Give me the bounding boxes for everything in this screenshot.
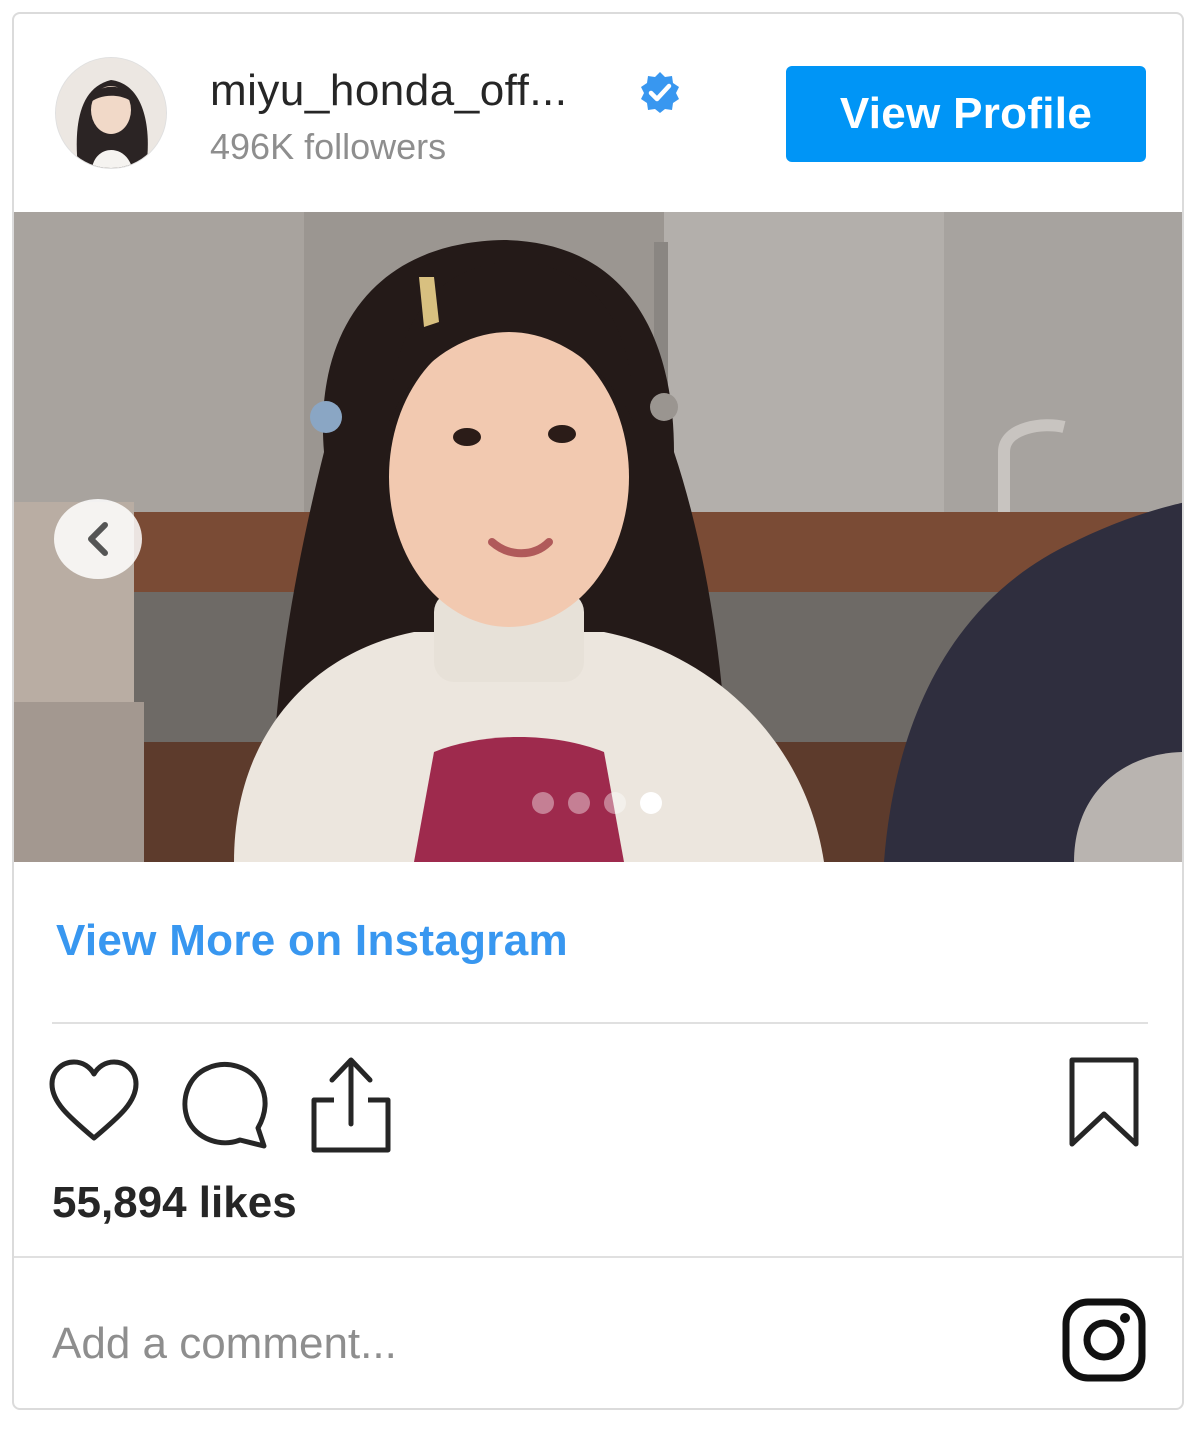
carousel-prev-button[interactable]: [54, 499, 142, 579]
carousel-dot[interactable]: [532, 792, 554, 814]
divider: [52, 1022, 1148, 1024]
share-icon[interactable]: [308, 1054, 394, 1154]
username[interactable]: miyu_honda_off...: [210, 66, 568, 116]
instagram-logo-icon[interactable]: [1062, 1298, 1146, 1382]
view-more-link[interactable]: View More on Instagram: [56, 916, 568, 966]
carousel-dot[interactable]: [604, 792, 626, 814]
carousel-indicators: [532, 792, 662, 814]
instagram-embed-card: miyu_honda_off... 496K followers View Pr…: [12, 12, 1184, 1410]
post-header: miyu_honda_off... 496K followers View Pr…: [14, 14, 1182, 212]
view-profile-button[interactable]: View Profile: [786, 66, 1146, 162]
comment-bubble-icon[interactable]: [178, 1058, 270, 1150]
avatar-image: [56, 58, 166, 168]
bookmark-icon[interactable]: [1066, 1056, 1142, 1150]
heart-icon[interactable]: [48, 1058, 140, 1144]
verified-badge-icon: [641, 72, 679, 113]
post-media-carousel[interactable]: [14, 212, 1182, 862]
avatar[interactable]: [56, 58, 166, 168]
carousel-dot[interactable]: [568, 792, 590, 814]
comment-input[interactable]: [52, 1304, 1012, 1384]
carousel-dot-active[interactable]: [640, 792, 662, 814]
divider: [14, 1256, 1182, 1258]
post-photo: [14, 212, 1182, 862]
action-bar: [14, 1054, 1182, 1154]
follower-count: 496K followers: [210, 126, 447, 167]
chevron-left-icon: [88, 522, 108, 556]
like-count[interactable]: 55,894 likes: [52, 1178, 297, 1228]
